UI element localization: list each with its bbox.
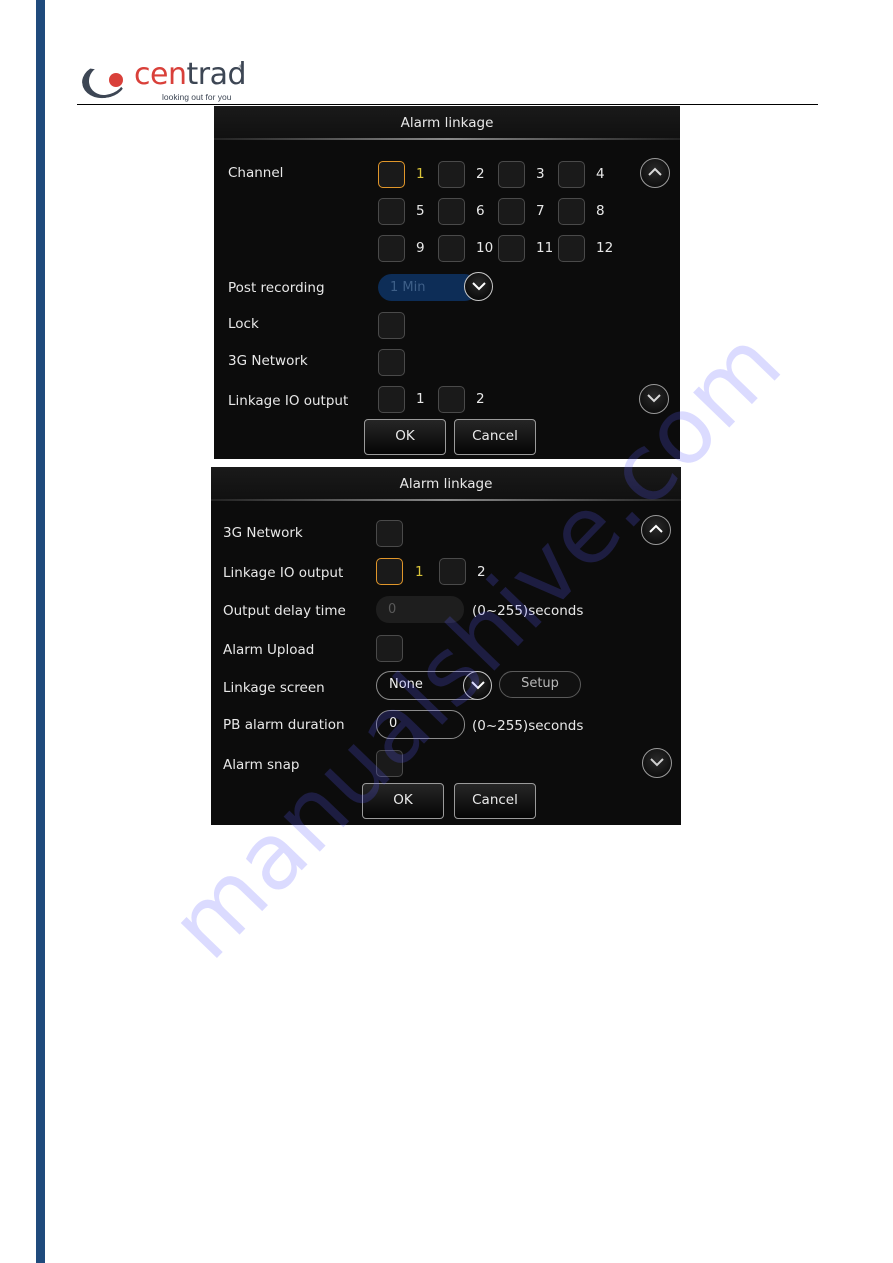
io-output-checkbox-2[interactable] <box>438 386 465 413</box>
pb-alarm-duration-input[interactable]: 0 <box>376 710 465 739</box>
channel-checkbox-8[interactable] <box>558 198 585 225</box>
alarm-linkage-dialog-2: Alarm linkage 3G Network Linkage IO outp… <box>211 467 681 825</box>
cancel-button[interactable]: Cancel <box>454 783 536 819</box>
channel-number-4: 4 <box>596 166 605 182</box>
output-delay-label: Output delay time <box>223 603 346 619</box>
channel-number-10: 10 <box>476 240 494 256</box>
alarm-snap-checkbox[interactable] <box>376 750 403 777</box>
output-delay-range: (0~255)seconds <box>472 603 584 619</box>
alarm-upload-label: Alarm Upload <box>223 642 315 658</box>
alarm-upload-checkbox[interactable] <box>376 635 403 662</box>
post-recording-dropdown-button[interactable] <box>464 272 493 301</box>
chevron-down-icon <box>472 282 486 291</box>
header-rule <box>77 104 818 105</box>
3g-network-label: 3G Network <box>223 525 303 541</box>
io-output-checkbox-1[interactable] <box>376 558 403 585</box>
post-recording-select[interactable]: 1 Min <box>378 274 478 301</box>
chevron-up-icon <box>649 524 663 533</box>
alarm-linkage-dialog-1: Alarm linkage Channel Post recording 1 M… <box>214 106 680 459</box>
channel-number-2: 2 <box>476 166 485 182</box>
channel-checkbox-3[interactable] <box>498 161 525 188</box>
scroll-down-button[interactable] <box>639 384 669 414</box>
channel-checkbox-6[interactable] <box>438 198 465 225</box>
channel-checkbox-1[interactable] <box>378 161 405 188</box>
alarm-snap-label: Alarm snap <box>223 757 300 773</box>
chevron-down-icon <box>650 758 664 767</box>
io-output-number-1: 1 <box>415 564 424 580</box>
logo-tagline: looking out for you <box>162 92 232 102</box>
channel-checkbox-10[interactable] <box>438 235 465 262</box>
scroll-down-button[interactable] <box>642 748 672 778</box>
scroll-up-button[interactable] <box>640 158 670 188</box>
chevron-down-icon <box>471 681 485 690</box>
channel-number-3: 3 <box>536 166 545 182</box>
channel-number-1: 1 <box>416 166 425 182</box>
linkage-screen-label: Linkage screen <box>223 680 325 696</box>
lock-label: Lock <box>228 316 259 332</box>
channel-number-12: 12 <box>596 240 614 256</box>
ok-button[interactable]: OK <box>362 783 444 819</box>
logo-registered-mark: ® <box>238 64 244 71</box>
logo-word-trad: trad <box>186 57 246 92</box>
channel-number-9: 9 <box>416 240 425 256</box>
3g-network-checkbox[interactable] <box>378 349 405 376</box>
io-output-number-2: 2 <box>476 391 485 407</box>
io-output-number-2: 2 <box>477 564 486 580</box>
channel-checkbox-2[interactable] <box>438 161 465 188</box>
channel-number-5: 5 <box>416 203 425 219</box>
post-recording-label: Post recording <box>228 280 325 296</box>
logo-dot-icon <box>109 73 123 87</box>
channel-label: Channel <box>228 165 284 181</box>
channel-number-11: 11 <box>536 240 554 256</box>
chevron-up-icon <box>648 167 662 176</box>
dialog-title: Alarm linkage <box>211 467 681 501</box>
dialog-title: Alarm linkage <box>214 106 680 140</box>
chevron-down-icon <box>647 394 661 403</box>
3g-network-checkbox[interactable] <box>376 520 403 547</box>
logo-wordmark: centrad <box>134 58 246 92</box>
channel-checkbox-9[interactable] <box>378 235 405 262</box>
channel-number-7: 7 <box>536 203 545 219</box>
pb-alarm-duration-range: (0~255)seconds <box>472 718 584 734</box>
3g-network-label: 3G Network <box>228 353 308 369</box>
channel-checkbox-12[interactable] <box>558 235 585 262</box>
pb-alarm-duration-label: PB alarm duration <box>223 717 345 733</box>
channel-number-6: 6 <box>476 203 485 219</box>
channel-checkbox-7[interactable] <box>498 198 525 225</box>
io-output-checkbox-2[interactable] <box>439 558 466 585</box>
centrad-logo: centrad ® looking out for you <box>79 58 252 106</box>
scroll-up-button[interactable] <box>641 515 671 545</box>
channel-checkbox-4[interactable] <box>558 161 585 188</box>
channel-number-8: 8 <box>596 203 605 219</box>
linkage-screen-dropdown-button[interactable] <box>463 671 492 700</box>
page-side-bar <box>36 0 45 1263</box>
logo-word-cen: cen <box>134 57 187 92</box>
cancel-button[interactable]: Cancel <box>454 419 536 455</box>
linkage-io-output-label: Linkage IO output <box>228 393 349 409</box>
lock-checkbox[interactable] <box>378 312 405 339</box>
io-output-number-1: 1 <box>416 391 425 407</box>
output-delay-input: 0 <box>376 596 464 623</box>
ok-button[interactable]: OK <box>364 419 446 455</box>
linkage-io-output-label: Linkage IO output <box>223 565 344 581</box>
channel-checkbox-11[interactable] <box>498 235 525 262</box>
io-output-checkbox-1[interactable] <box>378 386 405 413</box>
setup-button[interactable]: Setup <box>499 671 581 698</box>
channel-checkbox-5[interactable] <box>378 198 405 225</box>
